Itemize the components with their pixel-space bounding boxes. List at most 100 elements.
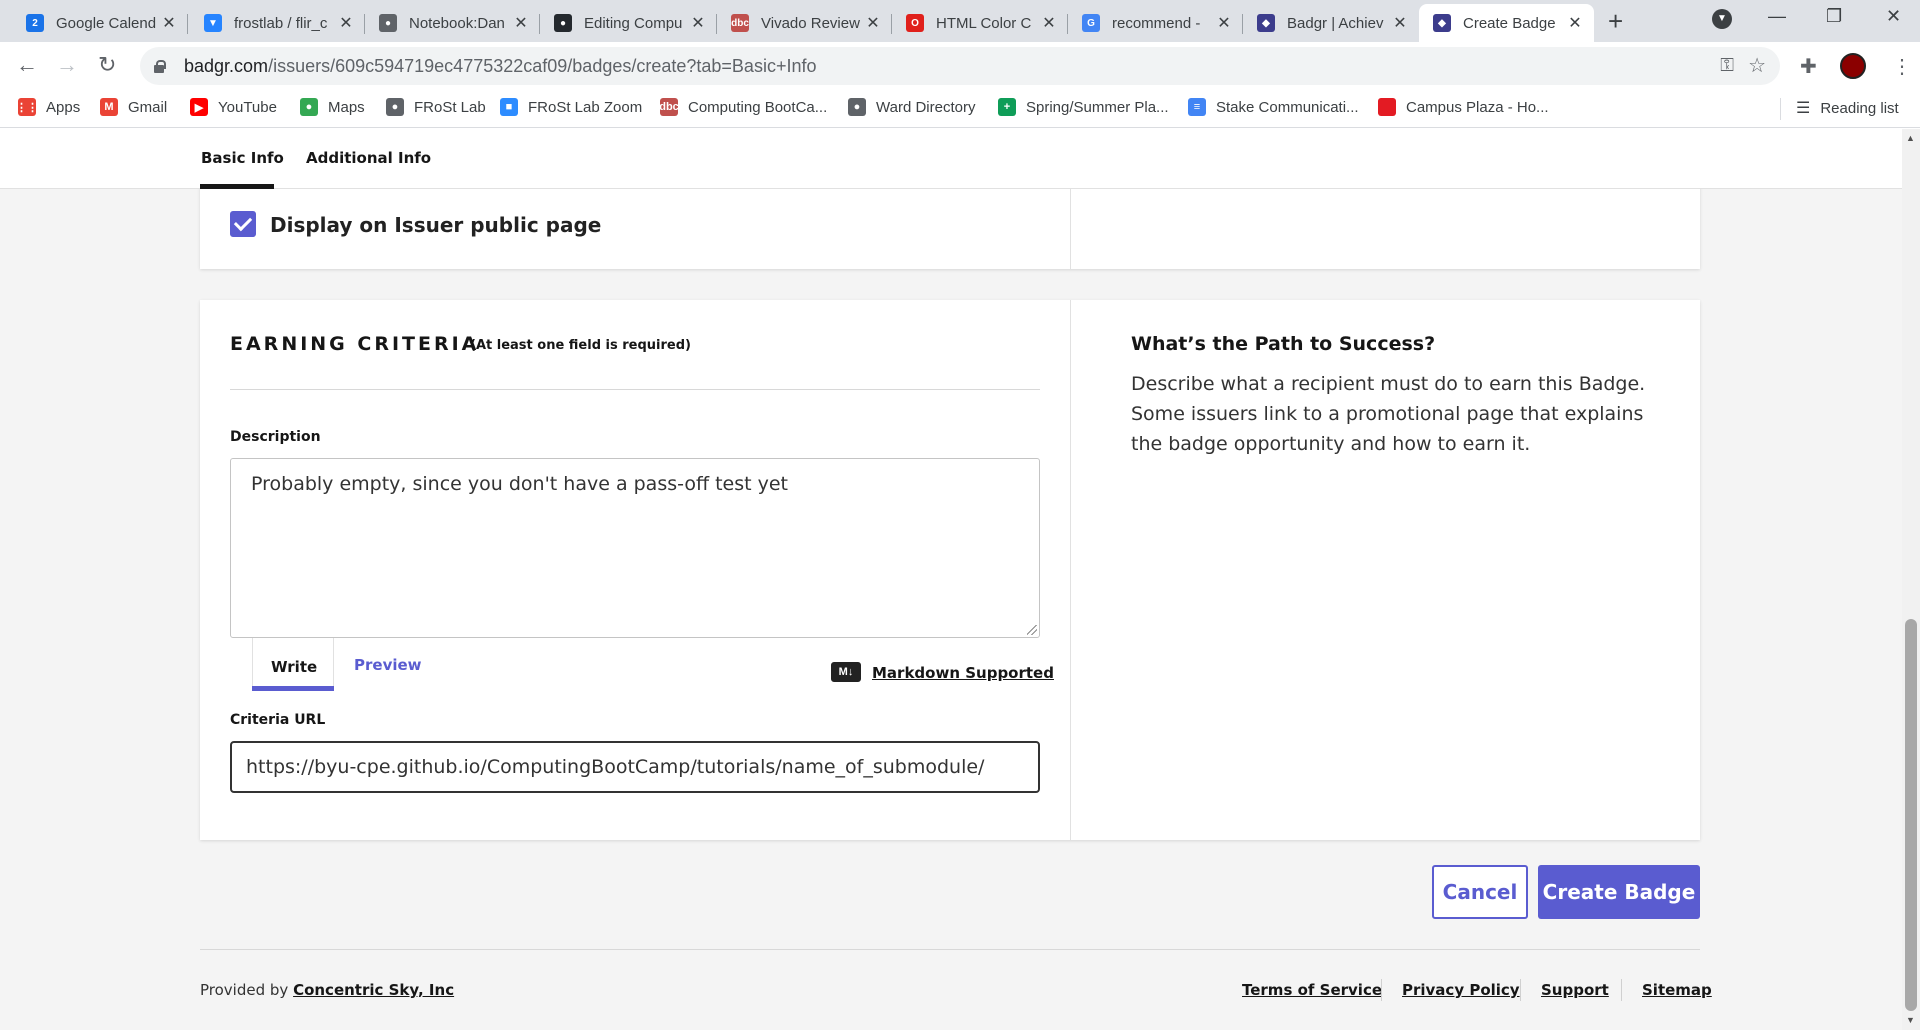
- zoom-icon: ■: [500, 98, 518, 116]
- tab-additional-info[interactable]: Additional Info: [306, 149, 431, 167]
- bookmark-item[interactable]: dbc Computing BootCa...: [659, 98, 827, 116]
- browser-tab-strip: 2 Google Calend ✕ ▼ frostlab / flir_c ✕ ● Noteb…: [0, 0, 1920, 42]
- bookmark-item[interactable]: Campus Plaza - Ho...: [1378, 98, 1549, 116]
- bookmark-label: Stake Communicati...: [1216, 98, 1359, 116]
- tab-title: Vivado Review: [761, 14, 860, 32]
- bookmark-item[interactable]: ● Maps: [300, 98, 365, 116]
- bookmark-item[interactable]: + Spring/Summer Pla...: [998, 98, 1169, 116]
- footer-divider: [200, 949, 1700, 950]
- browser-tab[interactable]: ▼ frostlab / flir_c ✕: [190, 4, 365, 42]
- close-window-icon[interactable]: ✕: [1886, 6, 1901, 27]
- reading-list[interactable]: ☰ Reading list: [1796, 98, 1899, 118]
- minimize-icon[interactable]: —: [1768, 6, 1786, 27]
- browser-tab[interactable]: Grecommend - ✕: [1068, 4, 1243, 42]
- bookmark-item[interactable]: ⋮⋮ Apps: [16, 98, 81, 116]
- criteria-url-input[interactable]: https://byu-cpe.github.io/ComputingBootC…: [230, 741, 1040, 793]
- close-tab-icon[interactable]: ✕: [160, 13, 178, 33]
- key-icon[interactable]: ⚿: [1720, 55, 1734, 76]
- reading-list-label: Reading list: [1820, 99, 1899, 117]
- forward-icon[interactable]: →: [56, 52, 78, 78]
- tab-title: frostlab / flir_c: [234, 14, 328, 32]
- close-tab-icon[interactable]: ✕: [512, 13, 530, 33]
- write-tab[interactable]: Write: [271, 658, 317, 676]
- youtube-icon: ▶: [190, 98, 208, 116]
- bookmark-label: Campus Plaza - Ho...: [1406, 98, 1549, 116]
- browser-tab[interactable]: ◆ Create Badge ✕: [1419, 4, 1594, 42]
- dbc-icon: dbc: [731, 14, 749, 32]
- gmail-icon: M: [100, 98, 118, 116]
- browser-tab[interactable]: ● Editing Compu ✕: [540, 4, 717, 42]
- globe-icon: ●: [848, 98, 866, 116]
- company-link[interactable]: Concentric Sky, Inc: [293, 981, 454, 999]
- path-to-success-text: Describe what a recipient must do to ear…: [1131, 373, 1646, 455]
- bookmark-icon: ▼: [204, 14, 222, 32]
- reload-icon[interactable]: ↻: [98, 52, 116, 78]
- footer-separator: [1621, 979, 1622, 1001]
- close-tab-icon[interactable]: ✕: [1391, 13, 1409, 33]
- extensions-icon[interactable]: ✚: [1800, 54, 1817, 79]
- tab-separator: [187, 14, 188, 34]
- privacy-policy-link[interactable]: Privacy Policy: [1402, 981, 1520, 999]
- bookmark-item[interactable]: M Gmail: [100, 98, 167, 116]
- browser-tab[interactable]: O HTML Color C ✕: [892, 4, 1068, 42]
- bookmark-label: Maps: [328, 98, 365, 116]
- url-text: badgr.com/issuers/609c594719ec4775322caf…: [184, 55, 817, 76]
- dbc-icon: dbc: [659, 98, 679, 116]
- close-tab-icon[interactable]: ✕: [1040, 13, 1058, 33]
- red-square-icon: [1378, 98, 1396, 116]
- close-tab-icon[interactable]: ✕: [864, 13, 882, 33]
- profile-avatar[interactable]: [1840, 53, 1866, 79]
- browser-tab[interactable]: ● Notebook:Dan ✕: [365, 4, 540, 42]
- browser-tab[interactable]: ◆ Badgr | Achiev ✕: [1243, 4, 1419, 42]
- tab-title: Badgr | Achiev: [1287, 14, 1384, 32]
- close-tab-icon[interactable]: ✕: [1215, 13, 1233, 33]
- write-tab-indicator: [252, 686, 334, 691]
- restore-icon[interactable]: ❐: [1826, 6, 1842, 27]
- cancel-button[interactable]: Cancel: [1432, 865, 1528, 919]
- bookmark-label: Ward Directory: [876, 98, 976, 116]
- globe-icon: ●: [386, 98, 404, 116]
- browser-tab[interactable]: 2 Google Calend ✕: [12, 4, 188, 42]
- back-icon[interactable]: ←: [16, 52, 38, 78]
- resize-handle-icon[interactable]: [1027, 625, 1037, 635]
- tab-title: Google Calend: [56, 14, 157, 32]
- bookmark-item[interactable]: ● FRoSt Lab: [386, 98, 486, 116]
- bookmark-label: Apps: [46, 98, 81, 116]
- browser-toolbar: ← → ↻ badgr.com/issuers/609c594719ec4775…: [0, 42, 1920, 90]
- footer-provided-by: Provided by Concentric Sky, Inc: [200, 981, 454, 999]
- create-badge-button[interactable]: Create Badge: [1538, 865, 1700, 919]
- bookmark-item[interactable]: ▶ YouTube: [190, 98, 277, 116]
- scroll-down-icon[interactable]: ▼: [1906, 1015, 1915, 1025]
- docs-icon: ≡: [1188, 98, 1206, 116]
- close-tab-icon[interactable]: ✕: [337, 13, 355, 33]
- bookmark-label: Gmail: [128, 98, 168, 116]
- scroll-up-icon[interactable]: ▲: [1906, 133, 1915, 143]
- bookmark-label: YouTube: [218, 98, 277, 116]
- display-public-checkbox[interactable]: [230, 211, 256, 237]
- terms-of-service-link[interactable]: Terms of Service: [1242, 981, 1382, 999]
- tab-search-icon[interactable]: ▼: [1712, 9, 1732, 29]
- bookmarks-bar: ⋮⋮ Apps M Gmail ▶ YouTube ● Maps ● FRoSt Lab ■ FRoS…: [0, 90, 1920, 128]
- browser-tab[interactable]: dbc Vivado Review ✕: [717, 4, 892, 42]
- bookmark-star-icon[interactable]: ☆: [1748, 53, 1766, 78]
- page-scrollbar[interactable]: ▲ ▼: [1902, 129, 1920, 1030]
- description-textarea[interactable]: Probably empty, since you don't have a p…: [230, 458, 1040, 638]
- address-bar[interactable]: badgr.com/issuers/609c594719ec4775322caf…: [140, 47, 1780, 85]
- bookmark-item[interactable]: ≡ Stake Communicati...: [1188, 98, 1359, 116]
- apps-grid-icon: ⋮⋮: [16, 98, 38, 116]
- description-label: Description: [230, 429, 321, 445]
- bookmark-item[interactable]: ● Ward Directory: [848, 98, 975, 116]
- bookmarks-separator: [1780, 98, 1781, 120]
- close-tab-icon[interactable]: ✕: [1566, 13, 1584, 33]
- tab-title: recommend -: [1112, 14, 1201, 32]
- close-tab-icon[interactable]: ✕: [689, 13, 707, 33]
- menu-kebab-icon[interactable]: ⋮: [1892, 54, 1912, 79]
- tab-basic-info[interactable]: Basic Info: [201, 149, 284, 167]
- preview-tab[interactable]: Preview: [354, 656, 422, 674]
- support-link[interactable]: Support: [1541, 981, 1609, 999]
- sitemap-link[interactable]: Sitemap: [1642, 981, 1712, 999]
- scrollbar-thumb[interactable]: [1905, 619, 1917, 1011]
- new-tab-button[interactable]: +: [1608, 6, 1623, 37]
- bookmark-item[interactable]: ■ FRoSt Lab Zoom: [500, 98, 642, 116]
- markdown-supported-link[interactable]: Markdown Supported: [872, 664, 1054, 682]
